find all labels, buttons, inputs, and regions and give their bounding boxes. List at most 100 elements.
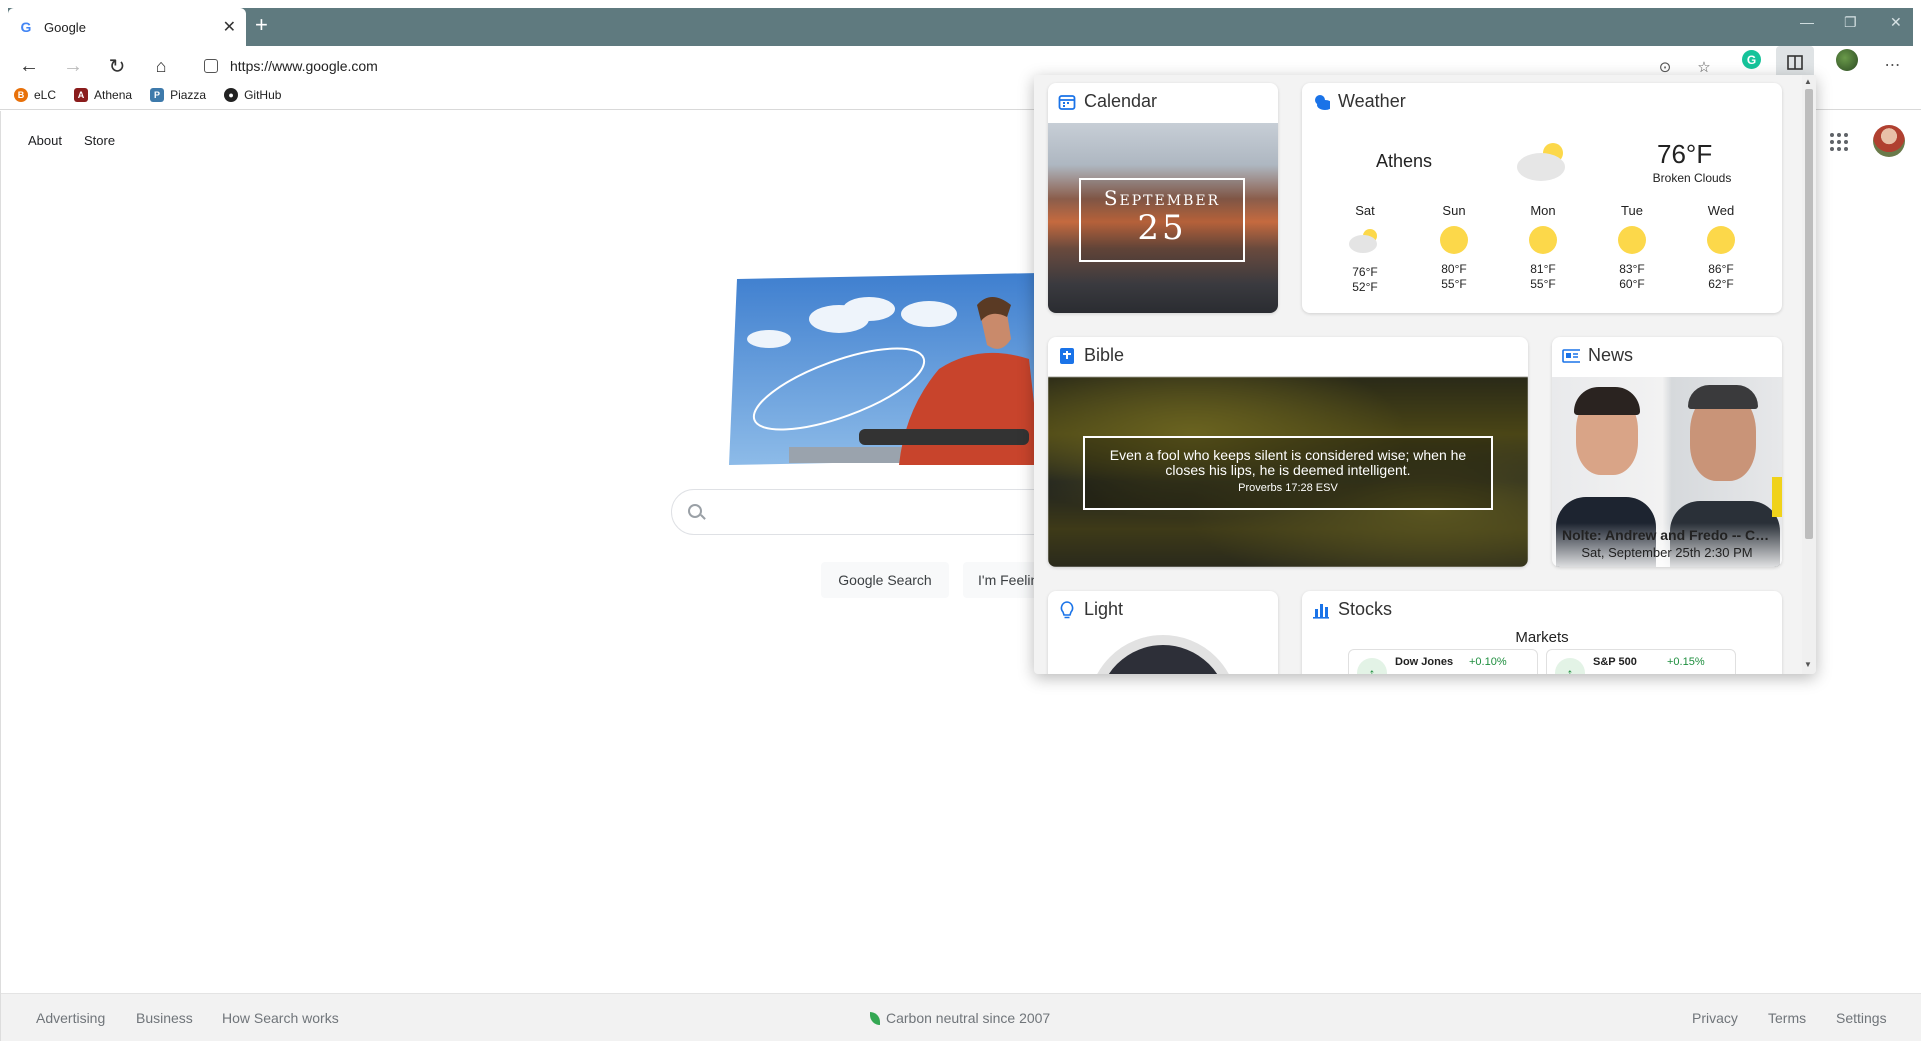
about-link[interactable]: About — [28, 133, 62, 148]
tab-title: Google — [44, 19, 86, 35]
calendar-date-frame: September 25 — [1079, 178, 1245, 262]
bible-verse-box: Even a fool who keeps silent is consider… — [1083, 436, 1493, 510]
weather-city: Athens — [1376, 151, 1433, 171]
store-link[interactable]: Store — [84, 133, 115, 148]
forecast-day: Mon 81°F 55°F — [1529, 203, 1557, 291]
weather-condition: Broken Clouds — [1652, 171, 1732, 185]
calendar-month: September — [1103, 186, 1221, 210]
scroll-thumb[interactable] — [1805, 89, 1813, 539]
bar-chart-icon — [1312, 601, 1330, 619]
restore-button[interactable]: ❐ — [1844, 14, 1857, 31]
grammarly-extension-icon[interactable]: G — [1742, 50, 1761, 69]
url-text: https://www.google.com — [230, 58, 378, 74]
news-title: News — [1588, 345, 1634, 365]
scroll-down-arrow[interactable]: ▼ — [1804, 660, 1812, 669]
weather-title: Weather — [1338, 91, 1406, 111]
leaf-icon — [870, 1012, 880, 1025]
google-search-button[interactable]: Google Search — [821, 562, 949, 598]
panel-scrollbar[interactable]: ▲ ▼ — [1802, 75, 1816, 674]
bookmark-piazza[interactable]: P Piazza — [150, 87, 206, 102]
weather-header: Weather — [1312, 91, 1406, 112]
calendar-title: Calendar — [1084, 91, 1158, 111]
reload-button[interactable]: ↻ — [104, 54, 130, 78]
bookmark-github[interactable]: ● GitHub — [224, 87, 281, 102]
weather-widget[interactable]: Weather Athens 76°F Broken Clouds Sat 76… — [1302, 83, 1782, 313]
bookmark-elc[interactable]: BeLC — [14, 87, 56, 102]
stocks-header: Stocks — [1312, 599, 1392, 620]
news-widget[interactable]: News Nolte: Andrew and Fredo -- Cuomo Br… — [1552, 337, 1782, 567]
profile-avatar[interactable] — [1836, 49, 1858, 71]
bible-verse: Even a fool who keeps silent is consider… — [1109, 447, 1467, 478]
calendar-background-image: September 25 — [1048, 123, 1278, 313]
arrow-up-icon: ↑ — [1357, 658, 1387, 674]
github-icon: ● — [224, 87, 239, 102]
athena-icon: A — [74, 87, 89, 102]
light-header: Light — [1058, 599, 1123, 620]
bible-title: Bible — [1084, 345, 1125, 365]
stocks-widget[interactable]: Stocks Markets ↑ Dow Jones +0.10% ↑ S&P … — [1302, 591, 1782, 674]
calendar-header: Calendar — [1058, 91, 1157, 112]
bookmark-athena[interactable]: A Athena — [74, 87, 132, 102]
news-headline[interactable]: Nolte: Andrew and Fredo -- Cuomo Brother… — [1552, 527, 1782, 543]
calendar-day: 25 — [1137, 208, 1187, 248]
minimize-button[interactable]: — — [1800, 14, 1814, 30]
settings-link[interactable]: Settings — [1836, 1010, 1887, 1026]
how-search-works-link[interactable]: How Search works — [222, 1010, 339, 1026]
calendar-icon — [1058, 93, 1076, 111]
home-button[interactable]: ⌂ — [148, 54, 174, 78]
elc-icon: B — [14, 87, 28, 102]
google-footer: Advertising Business How Search works Ca… — [1, 993, 1921, 1041]
markets-heading: Markets — [1515, 629, 1569, 646]
carbon-neutral-link[interactable]: Carbon neutral since 2007 — [870, 1010, 1050, 1026]
calendar-widget[interactable]: Calendar September 25 — [1048, 83, 1278, 313]
bible-widget[interactable]: Bible Even a fool who keeps silent is co… — [1048, 337, 1528, 567]
lock-icon — [204, 59, 218, 73]
terms-link[interactable]: Terms — [1768, 1010, 1806, 1026]
news-caption: Nolte: Andrew and Fredo -- Cuomo Brother… — [1552, 523, 1782, 567]
google-apps-icon[interactable] — [1830, 133, 1848, 151]
browser-titlebar — [0, 0, 1921, 46]
lightbulb-icon — [1058, 600, 1076, 619]
close-tab-icon[interactable]: ✕ — [223, 17, 236, 37]
scroll-up-arrow[interactable]: ▲ — [1804, 77, 1812, 86]
news-header: News — [1562, 345, 1633, 366]
close-window-button[interactable]: ✕ — [1890, 14, 1902, 31]
sun-icon — [1707, 226, 1735, 254]
bible-reference: Proverbs 17:28 ESV — [1238, 482, 1338, 494]
broken-clouds-icon — [1517, 143, 1565, 181]
piazza-icon: P — [150, 87, 165, 102]
cloud-sun-icon — [1349, 229, 1377, 253]
google-favicon-icon: G — [20, 19, 32, 35]
new-tab-button[interactable]: + — [255, 14, 268, 36]
advertising-link[interactable]: Advertising — [36, 1010, 105, 1026]
google-doodle-image[interactable] — [729, 269, 1041, 469]
bible-icon — [1058, 347, 1076, 365]
browser-tab[interactable]: G Google ✕ — [8, 8, 246, 46]
sun-icon — [1618, 226, 1646, 254]
bible-header: Bible — [1058, 345, 1124, 366]
forecast-day: Wed 86°F 62°F — [1707, 203, 1735, 291]
stock-item-dow-jones[interactable]: ↑ Dow Jones +0.10% — [1348, 649, 1538, 674]
forecast-day: Sat 76°F 52°F — [1330, 203, 1400, 295]
sun-icon — [1529, 226, 1557, 254]
sun-icon — [1440, 226, 1468, 254]
account-avatar[interactable] — [1873, 125, 1905, 157]
favorites-star-icon[interactable]: ☆ — [1695, 58, 1713, 76]
widgets-panel: Calendar September 25 Weather Athens 76°… — [1034, 75, 1816, 674]
privacy-link[interactable]: Privacy — [1692, 1010, 1738, 1026]
more-menu-icon[interactable]: ⋯ — [1884, 56, 1902, 74]
news-icon — [1562, 347, 1580, 365]
news-time: Sat, September 25th 2:30 PM — [1581, 545, 1753, 560]
stock-item-sp500[interactable]: ↑ S&P 500 +0.15% — [1546, 649, 1736, 674]
location-icon[interactable]: ⊙ — [1656, 58, 1674, 76]
light-title: Light — [1084, 599, 1124, 619]
back-button[interactable]: ← — [16, 54, 42, 78]
forecast-day: Sun 80°F 55°F — [1440, 203, 1468, 291]
weather-icon — [1312, 93, 1330, 111]
business-link[interactable]: Business — [136, 1010, 193, 1026]
forward-button[interactable]: → — [60, 54, 86, 78]
light-widget[interactable]: Light — [1048, 591, 1278, 674]
light-dial[interactable] — [1088, 635, 1238, 674]
forecast-day: Tue 83°F 60°F — [1618, 203, 1646, 291]
weather-current-temp: 76°F — [1657, 139, 1713, 169]
